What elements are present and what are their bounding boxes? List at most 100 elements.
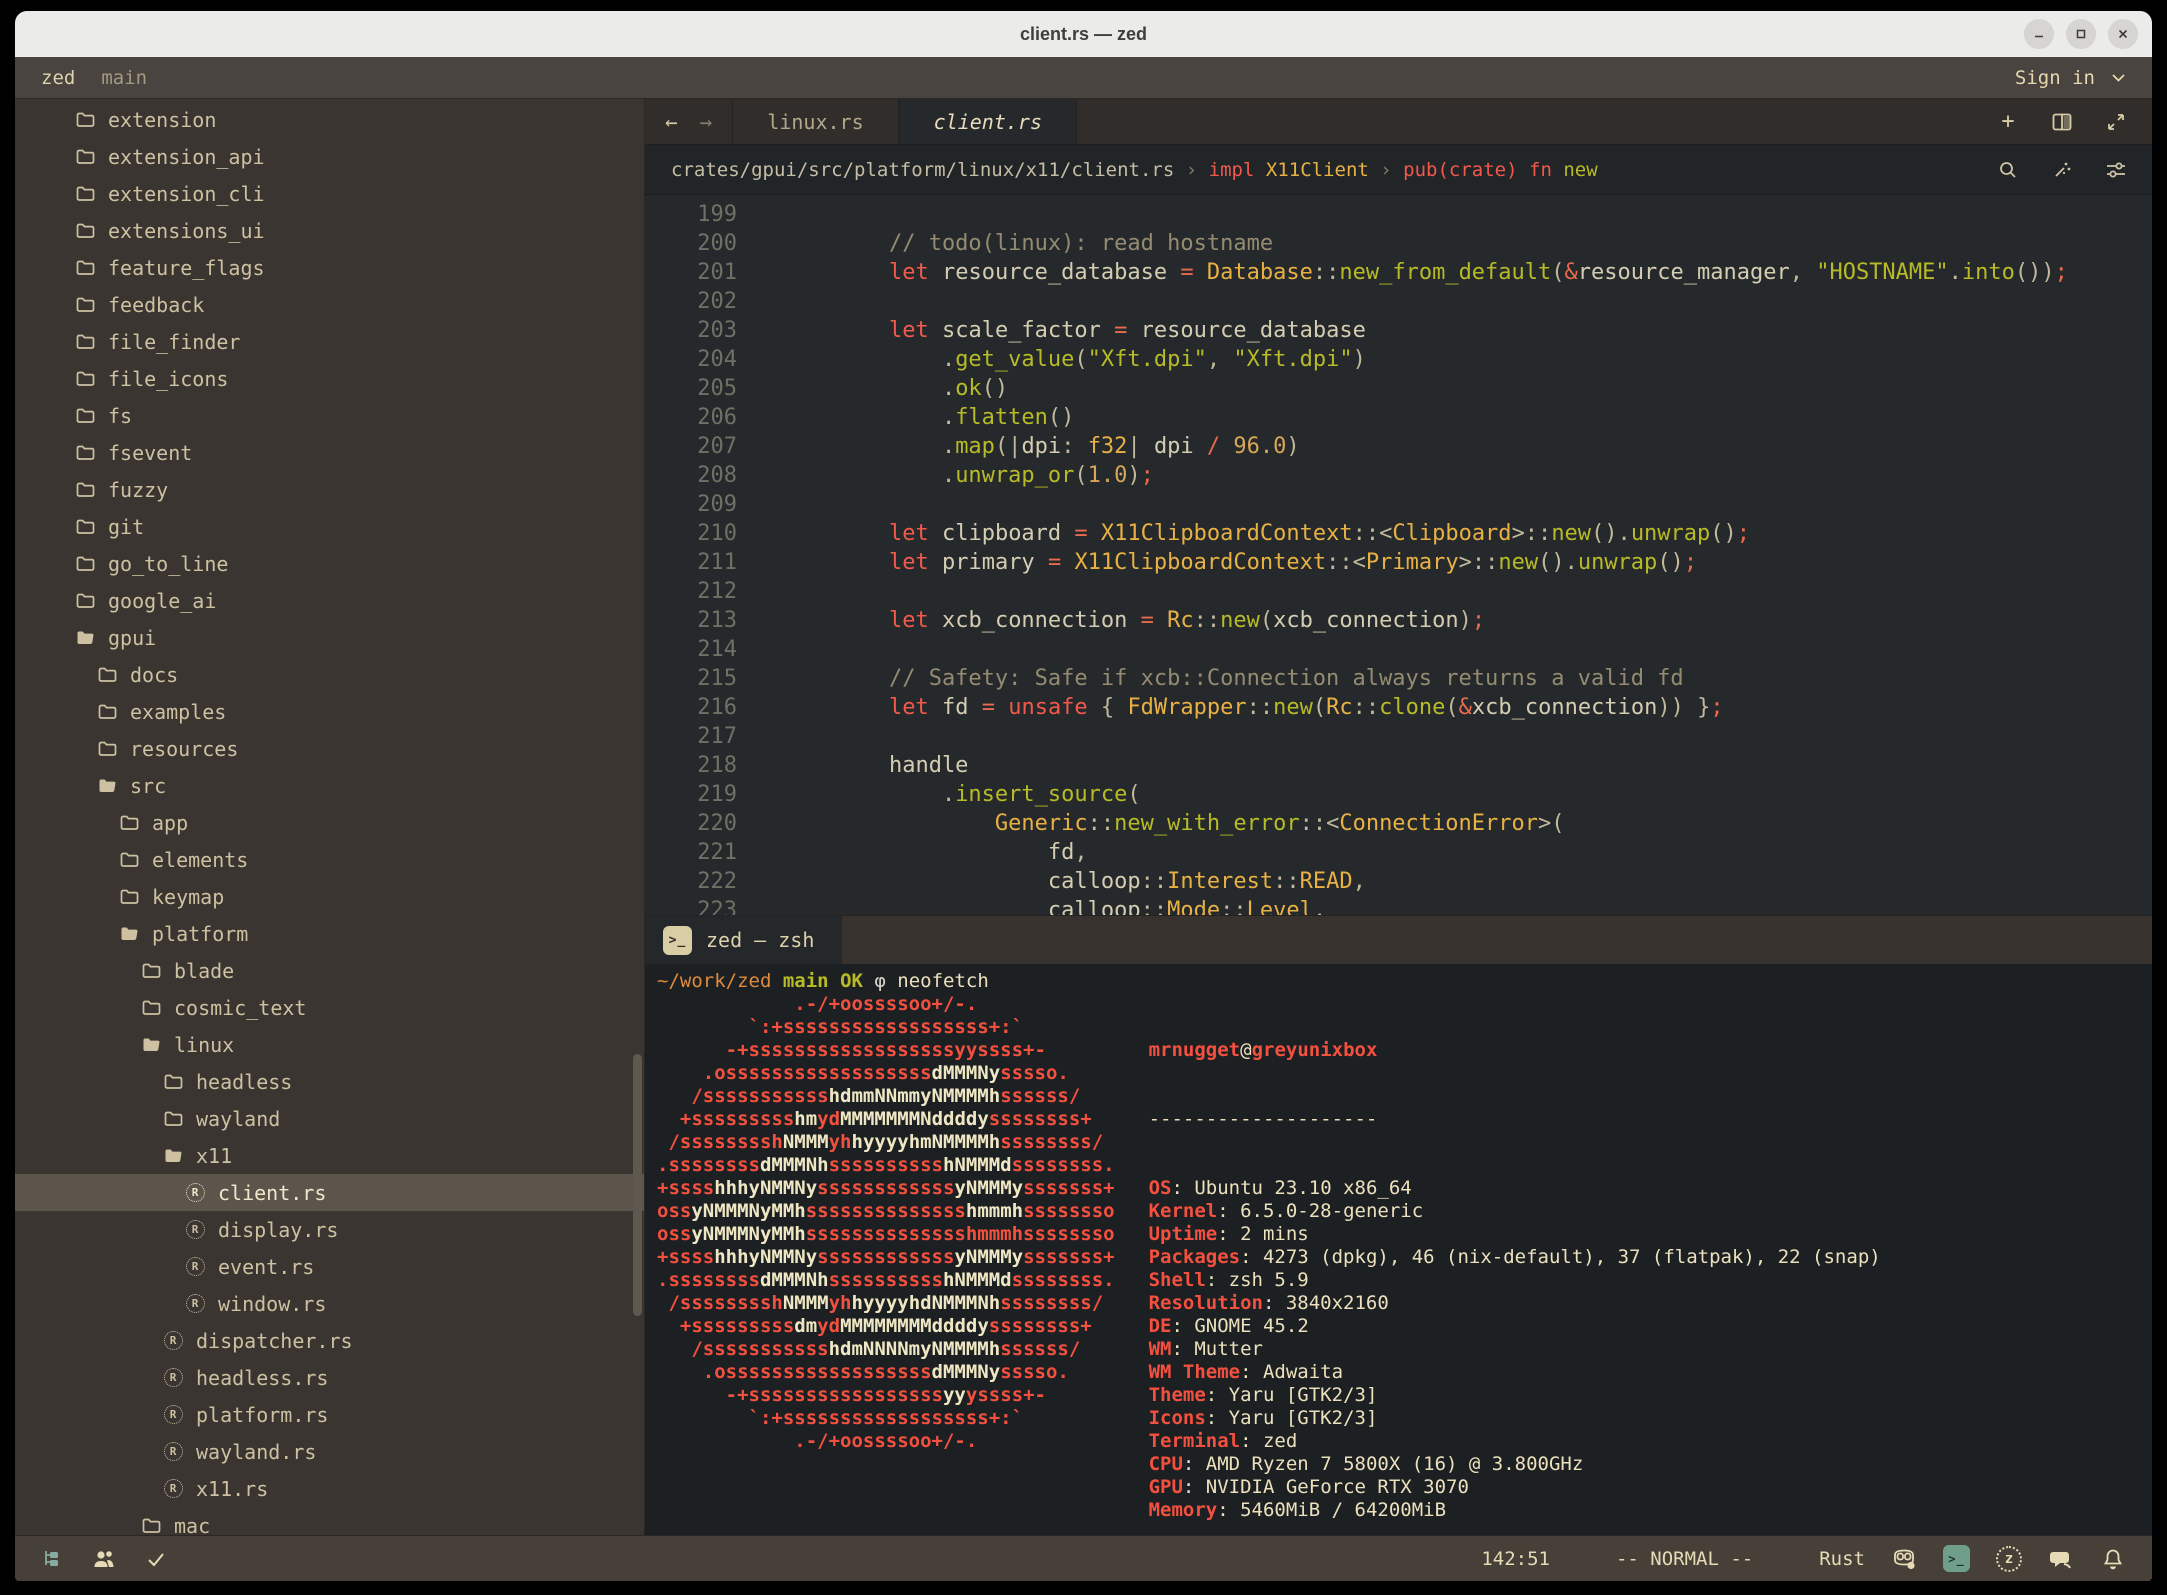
cursor-position[interactable]: 142:51 [1481,1548,1550,1570]
tree-item-headless[interactable]: headless [15,1063,644,1100]
tree-item-gpui[interactable]: gpui [15,619,644,656]
tree-item-platform[interactable]: platform [15,915,644,952]
tree-item-wayland.rs[interactable]: Rwayland.rs [15,1433,644,1470]
tree-item-label: cosmic_text [174,996,306,1020]
tree-item-cosmic_text[interactable]: cosmic_text [15,989,644,1026]
tree-item-docs[interactable]: docs [15,656,644,693]
tree-item-git[interactable]: git [15,508,644,545]
maximize-button[interactable] [2066,19,2096,49]
sign-in-button[interactable]: Sign in [2015,67,2126,89]
code-line-213[interactable]: 213 let xcb_connection = Rc::new(xcb_con… [645,606,2152,635]
tree-item-file_icons[interactable]: file_icons [15,360,644,397]
feedback-icon[interactable] [2048,1546,2074,1572]
tree-item-mac[interactable]: mac [15,1507,644,1535]
tree-item-fsevent[interactable]: fsevent [15,434,644,471]
code-line-201[interactable]: 201 let resource_database = Database::ne… [645,258,2152,287]
tree-item-feature_flags[interactable]: feature_flags [15,249,644,286]
code-line-214[interactable]: 214 [645,635,2152,664]
code-line-215[interactable]: 215 // Safety: Safe if xcb::Connection a… [645,664,2152,693]
tree-item-elements[interactable]: elements [15,841,644,878]
tree-item-app[interactable]: app [15,804,644,841]
code-line-203[interactable]: 203 let scale_factor = resource_database [645,316,2152,345]
code-line-204[interactable]: 204 .get_value("Xft.dpi", "Xft.dpi") [645,345,2152,374]
code-line-221[interactable]: 221 fd, [645,838,2152,867]
tree-item-go_to_line[interactable]: go_to_line [15,545,644,582]
tab-linux.rs[interactable]: linux.rs [732,99,898,144]
status-left [39,1546,169,1572]
code-line-223[interactable]: 223 calloop::Mode::Level, [645,896,2152,915]
code-line-211[interactable]: 211 let primary = X11ClipboardContext::<… [645,548,2152,577]
tab-client.rs[interactable]: client.rs [899,99,1077,144]
tree-item-extension[interactable]: extension [15,101,644,138]
tree-item-extensions_ui[interactable]: extensions_ui [15,212,644,249]
tree-item-platform.rs[interactable]: Rplatform.rs [15,1396,644,1433]
tree-item-display.rs[interactable]: Rdisplay.rs [15,1211,644,1248]
magic-wand-icon[interactable] [2052,160,2072,180]
tree-item-resources[interactable]: resources [15,730,644,767]
code-line-199[interactable]: 199 [645,200,2152,229]
sliders-icon[interactable] [2106,160,2126,180]
line-number: 220 [645,809,737,838]
tree-item-google_ai[interactable]: google_ai [15,582,644,619]
search-icon[interactable] [1998,160,2018,180]
code-line-209[interactable]: 209 [645,490,2152,519]
code-line-208[interactable]: 208 .unwrap_or(1.0); [645,461,2152,490]
code-line-205[interactable]: 205 .ok() [645,374,2152,403]
code-line-200[interactable]: 200 // todo(linux): read hostname [645,229,2152,258]
tree-item-keymap[interactable]: keymap [15,878,644,915]
collaboration-icon[interactable] [91,1546,117,1572]
terminal-toggle-icon[interactable]: >_ [1943,1545,1970,1572]
tree-item-fuzzy[interactable]: fuzzy [15,471,644,508]
new-tab-plus-icon[interactable]: + [1996,110,2020,134]
diagnostics-check-icon[interactable] [143,1546,169,1572]
tree-item-extension_cli[interactable]: extension_cli [15,175,644,212]
code-editor[interactable]: 199200 // todo(linux): read hostname201 … [645,195,2152,915]
tree-item-fs[interactable]: fs [15,397,644,434]
terminal-tab[interactable]: >_ zed — zsh [645,916,842,964]
zed-update-icon[interactable]: z [1996,1546,2022,1572]
code-line-220[interactable]: 220 Generic::new_with_error::<Connection… [645,809,2152,838]
language-selector[interactable]: Rust [1819,1548,1865,1570]
code-line-202[interactable]: 202 [645,287,2152,316]
app-menu[interactable]: zed [41,67,75,89]
tree-item-label: src [130,774,166,798]
minimize-button[interactable] [2024,19,2054,49]
tree-item-file_finder[interactable]: file_finder [15,323,644,360]
tree-item-blade[interactable]: blade [15,952,644,989]
sidebar-scrollbar[interactable] [633,1054,642,1316]
code-line-217[interactable]: 217 [645,722,2152,751]
code-line-210[interactable]: 210 let clipboard = X11ClipboardContext:… [645,519,2152,548]
tree-item-extension_api[interactable]: extension_api [15,138,644,175]
tree-item-feedback[interactable]: feedback [15,286,644,323]
close-button[interactable] [2108,19,2138,49]
copilot-icon[interactable] [1891,1546,1917,1572]
tree-item-linux[interactable]: linux [15,1026,644,1063]
split-pane-icon[interactable] [2050,110,2074,134]
tree-item-src[interactable]: src [15,767,644,804]
line-number: 213 [645,606,737,635]
tree-item-event.rs[interactable]: Revent.rs [15,1248,644,1285]
code-line-216[interactable]: 216 let fd = unsafe { FdWrapper::new(Rc:… [645,693,2152,722]
tree-item-x11[interactable]: x11 [15,1137,644,1174]
code-line-212[interactable]: 212 [645,577,2152,606]
tree-item-headless.rs[interactable]: Rheadless.rs [15,1359,644,1396]
tree-item-dispatcher.rs[interactable]: Rdispatcher.rs [15,1322,644,1359]
nav-back-icon[interactable]: ← [665,110,678,134]
notifications-bell-icon[interactable] [2100,1546,2126,1572]
code-line-207[interactable]: 207 .map(|dpi: f32| dpi / 96.0) [645,432,2152,461]
tree-item-client.rs[interactable]: Rclient.rs [15,1174,644,1211]
expand-pane-icon[interactable] [2104,110,2128,134]
code-line-219[interactable]: 219 .insert_source( [645,780,2152,809]
breadcrumb[interactable]: crates/gpui/src/platform/linux/x11/clien… [671,159,1598,181]
branch-menu[interactable]: main [101,67,147,89]
terminal-output[interactable]: ~/work/zed main OK φ neofetch .-/+oossss… [645,964,2152,1535]
code-line-206[interactable]: 206 .flatten() [645,403,2152,432]
tree-item-examples[interactable]: examples [15,693,644,730]
code-line-218[interactable]: 218 handle [645,751,2152,780]
tree-item-window.rs[interactable]: Rwindow.rs [15,1285,644,1322]
code-line-222[interactable]: 222 calloop::Interest::READ, [645,867,2152,896]
project-panel-icon[interactable] [39,1546,65,1572]
nav-forward-icon[interactable]: → [700,110,713,134]
tree-item-wayland[interactable]: wayland [15,1100,644,1137]
tree-item-x11.rs[interactable]: Rx11.rs [15,1470,644,1507]
